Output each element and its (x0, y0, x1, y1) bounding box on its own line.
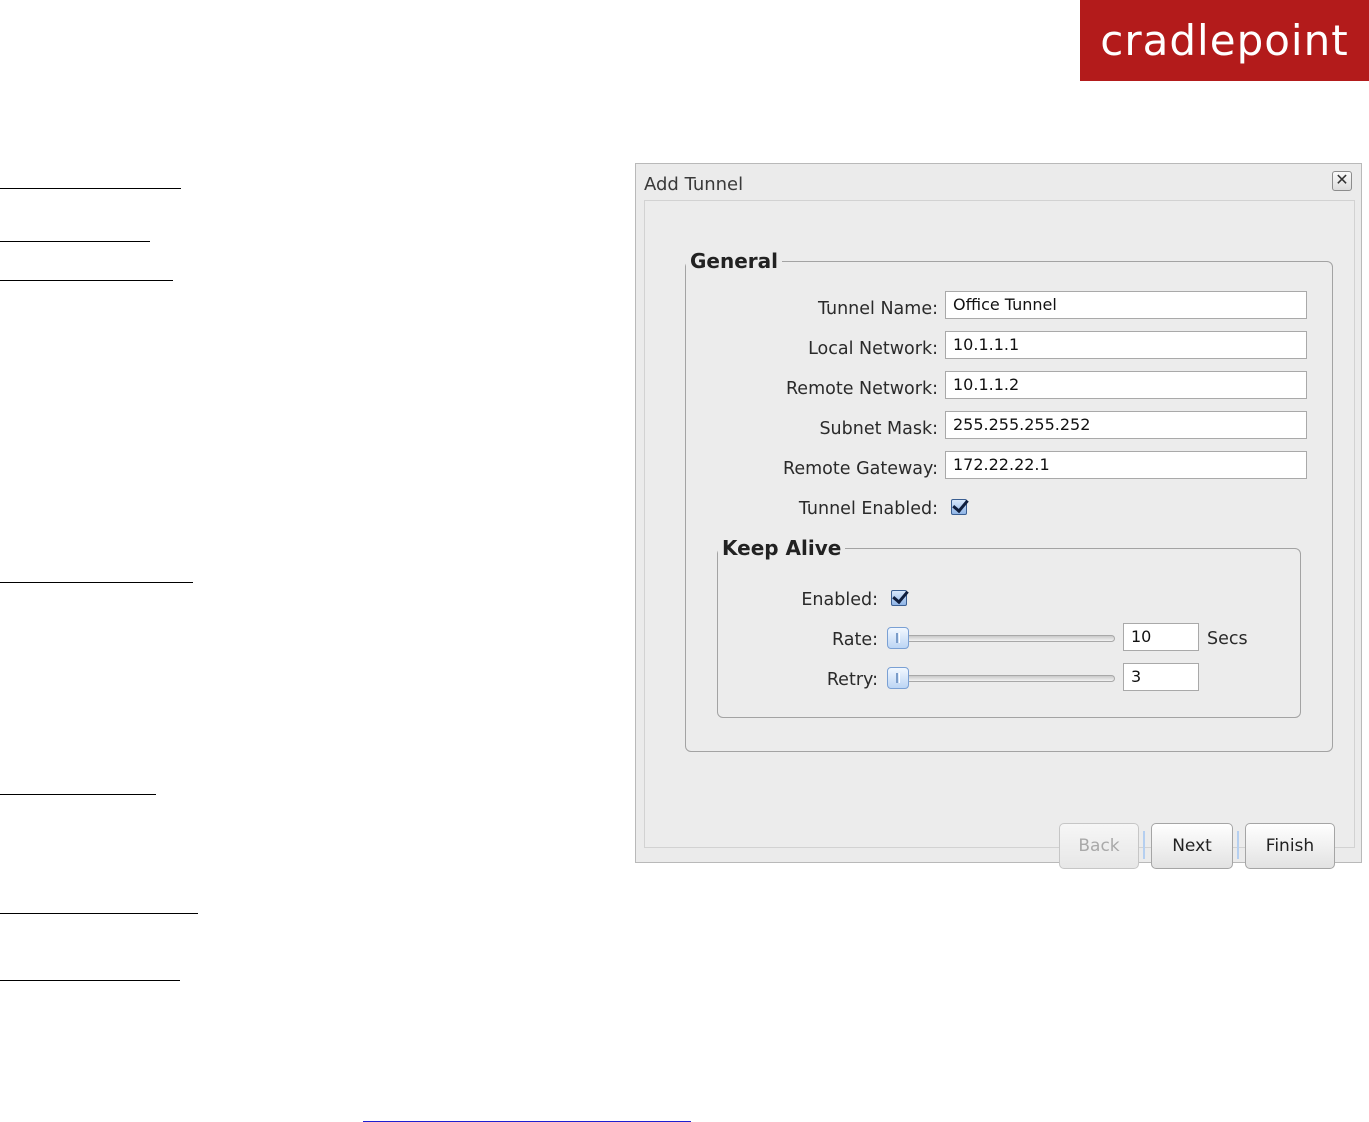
next-button[interactable]: Next (1151, 823, 1233, 869)
button-separator (1237, 831, 1239, 859)
button-separator (1143, 831, 1145, 859)
keep-alive-enabled-label: Enabled: (801, 590, 878, 610)
retry-input[interactable]: 3 (1123, 663, 1199, 691)
cradlepoint-logo: cradlepoint (1080, 0, 1369, 81)
tunnel-name-label: Tunnel Name: (817, 299, 938, 319)
subnet-mask-input[interactable]: 255.255.255.252 (945, 411, 1307, 439)
retry-slider-track[interactable] (891, 675, 1115, 682)
rate-input[interactable]: 10 (1123, 623, 1199, 651)
tunnel-enabled-checkbox[interactable] (951, 499, 967, 515)
rate-slider-thumb[interactable] (887, 627, 909, 649)
dialog-title: Add Tunnel (644, 174, 744, 195)
tunnel-name-input[interactable]: Office Tunnel (945, 291, 1307, 319)
underline-rule (0, 241, 150, 242)
underline-rule (0, 188, 181, 189)
remote-network-label: Remote Network: (785, 379, 938, 399)
underline-rule (0, 582, 193, 583)
rate-unit-label: Secs (1207, 629, 1248, 649)
rate-slider-track[interactable] (891, 635, 1115, 642)
underline-rule (0, 980, 180, 981)
back-button[interactable]: Back (1059, 823, 1139, 869)
local-network-input[interactable]: 10.1.1.1 (945, 331, 1307, 359)
underline-rule (0, 913, 198, 914)
add-tunnel-dialog: Add Tunnel ✕ General Tunnel Name: Office… (635, 163, 1362, 869)
finish-button[interactable]: Finish (1245, 823, 1335, 869)
close-icon: ✕ (1335, 172, 1349, 189)
remote-gateway-input[interactable]: 172.22.22.1 (945, 451, 1307, 479)
retry-label: Retry: (826, 670, 878, 690)
retry-slider-thumb[interactable] (887, 667, 909, 689)
remote-network-input[interactable]: 10.1.1.2 (945, 371, 1307, 399)
keep-alive-legend: Keep Alive (722, 536, 842, 560)
remote-gateway-label: Remote Gateway: (782, 459, 938, 479)
rate-label: Rate: (831, 630, 878, 650)
keep-alive-enabled-checkbox[interactable] (891, 590, 907, 606)
subnet-mask-label: Subnet Mask: (819, 419, 938, 439)
underline-rule (0, 280, 173, 281)
dialog-body: General Tunnel Name: Office Tunnel Local… (644, 200, 1355, 869)
local-network-label: Local Network: (808, 339, 938, 359)
close-button[interactable]: ✕ (1332, 171, 1352, 191)
keep-alive-section: Keep Alive (717, 536, 1301, 718)
general-legend: General (690, 249, 778, 273)
tunnel-enabled-label: Tunnel Enabled: (798, 499, 938, 519)
underline-rule (0, 794, 156, 795)
